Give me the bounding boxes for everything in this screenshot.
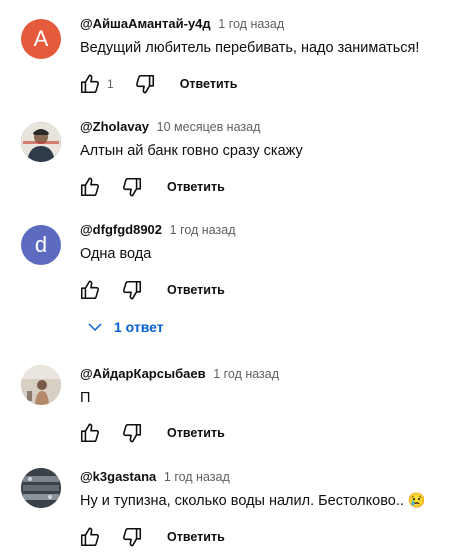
thumb-down-icon[interactable] — [121, 526, 143, 548]
comment-time[interactable]: 10 месяцев назад — [157, 120, 261, 134]
thumb-up-icon[interactable] — [79, 176, 101, 198]
thumb-down-icon[interactable] — [121, 422, 143, 444]
comment-time[interactable]: 1 год назад — [213, 367, 279, 381]
avatar[interactable]: d — [21, 225, 61, 265]
avatar-image — [21, 122, 61, 162]
comment-author[interactable]: @АйшаАмантай-у4д — [80, 16, 211, 31]
chevron-down-icon — [88, 323, 102, 332]
like-count: 1 — [107, 77, 114, 91]
avatar-image — [21, 365, 61, 405]
thumb-up-icon[interactable] — [79, 422, 101, 444]
thumb-down-icon[interactable] — [134, 73, 156, 95]
comment-time[interactable]: 1 год назад — [164, 470, 230, 484]
avatar-image — [21, 468, 61, 508]
reply-button[interactable]: Ответить — [167, 283, 225, 297]
reply-button[interactable]: Ответить — [167, 530, 225, 544]
reply-button[interactable]: Ответить — [167, 180, 225, 194]
comment-time[interactable]: 1 год назад — [170, 223, 236, 237]
comment-author[interactable]: @dfgfgd8902 — [80, 222, 162, 237]
thumb-up-icon[interactable] — [79, 526, 101, 548]
replies-count: 1 ответ — [114, 319, 164, 335]
avatar[interactable]: A — [21, 19, 61, 59]
avatar-letter: d — [34, 232, 48, 257]
comment-text-body: Ну и тупизна, сколько воды налил. Бестол… — [80, 493, 404, 509]
view-replies-button[interactable]: 1 ответ — [86, 316, 164, 338]
comment-text: Ну и тупизна, сколько воды налил. Бестол… — [80, 491, 475, 511]
comment-text: Алтын ай банк говно сразу скажу — [80, 143, 303, 159]
avatar[interactable] — [21, 468, 61, 508]
avatar[interactable] — [21, 122, 61, 162]
avatar[interactable] — [21, 365, 61, 405]
avatar-letter: A — [33, 26, 49, 51]
comment-time[interactable]: 1 год назад — [218, 17, 284, 31]
crying-emoji: 😢 — [407, 493, 426, 509]
comment-author[interactable]: @АйдарКарсыбаев — [80, 366, 206, 381]
comment-author[interactable]: @Zholavay — [80, 119, 149, 134]
thumb-down-icon[interactable] — [121, 279, 143, 301]
comment-author[interactable]: @k3gastana — [80, 469, 156, 484]
comment-text: П — [80, 390, 91, 406]
thumb-up-icon[interactable] — [79, 73, 101, 95]
thumb-up-icon[interactable] — [79, 279, 101, 301]
reply-button[interactable]: Ответить — [180, 77, 238, 91]
reply-button[interactable]: Ответить — [167, 426, 225, 440]
comment-text: Ведущий любитель перебивать, надо занима… — [80, 40, 420, 56]
comment-text: Одна вода — [80, 246, 152, 262]
thumb-down-icon[interactable] — [121, 176, 143, 198]
